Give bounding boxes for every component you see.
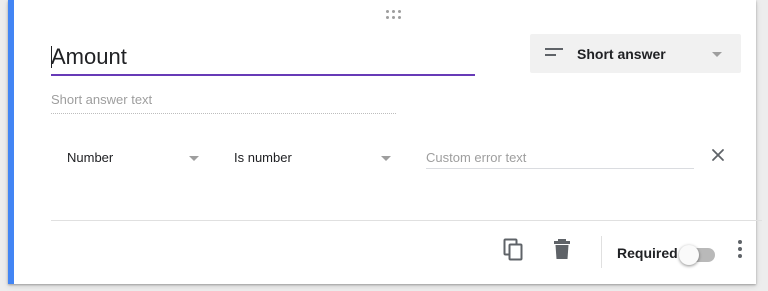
toggle-thumb xyxy=(679,245,699,265)
remove-validation-button[interactable] xyxy=(708,145,728,165)
drag-handle-icon[interactable] xyxy=(386,10,404,22)
more-options-button[interactable] xyxy=(736,240,744,262)
footer-separator xyxy=(601,236,602,268)
dropdown-arrow-icon xyxy=(189,156,199,161)
validation-condition-label: Is number xyxy=(234,150,292,165)
question-card[interactable]: Amount Short answer Short answer text Nu… xyxy=(8,0,762,284)
required-label: Required xyxy=(617,245,678,261)
duplicate-button[interactable] xyxy=(503,238,525,262)
trash-icon xyxy=(554,239,570,259)
copy-icon xyxy=(503,238,523,261)
more-vert-icon xyxy=(736,240,744,258)
question-type-label: Short answer xyxy=(577,46,666,62)
delete-button[interactable] xyxy=(552,238,574,262)
footer-divider xyxy=(51,220,762,221)
custom-error-input[interactable] xyxy=(426,146,694,169)
validation-type-label: Number xyxy=(67,150,114,165)
close-icon xyxy=(712,149,724,161)
required-toggle[interactable] xyxy=(679,245,717,265)
validation-type-dropdown[interactable]: Number xyxy=(67,146,207,170)
dropdown-arrow-icon xyxy=(381,156,391,161)
text-caret xyxy=(51,46,52,68)
dropdown-arrow-icon xyxy=(712,52,722,57)
answer-preview: Short answer text xyxy=(51,92,396,114)
short-answer-icon xyxy=(545,48,563,60)
validation-condition-dropdown[interactable]: Is number xyxy=(234,146,394,170)
question-title-input[interactable]: Amount xyxy=(51,42,475,76)
question-type-dropdown[interactable]: Short answer xyxy=(530,34,741,73)
